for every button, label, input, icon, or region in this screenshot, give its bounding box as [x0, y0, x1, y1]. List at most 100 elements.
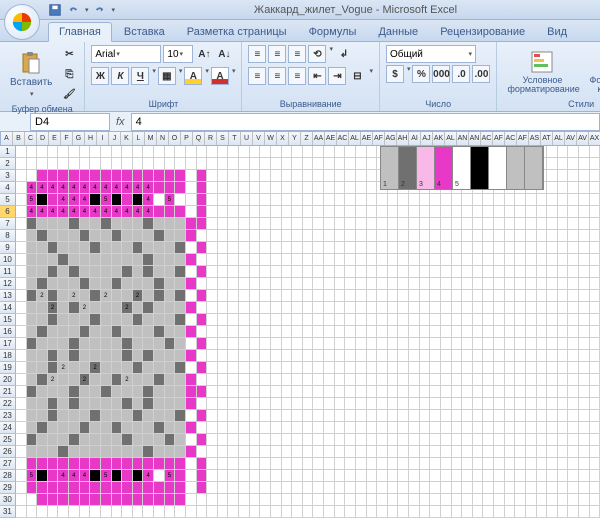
align-center-icon[interactable]: ≡: [268, 67, 286, 85]
row-header[interactable]: 1: [0, 146, 16, 158]
cell[interactable]: [80, 446, 91, 458]
cell[interactable]: [377, 434, 388, 446]
cell[interactable]: [197, 254, 208, 266]
cell[interactable]: [16, 290, 27, 302]
cell[interactable]: [250, 290, 261, 302]
cell[interactable]: [568, 458, 579, 470]
cell[interactable]: [515, 194, 526, 206]
cell[interactable]: 4: [112, 206, 123, 218]
cell[interactable]: [568, 386, 579, 398]
cell[interactable]: [303, 158, 314, 170]
cell[interactable]: [154, 242, 165, 254]
cell[interactable]: [356, 434, 367, 446]
cell[interactable]: [483, 374, 494, 386]
cell[interactable]: [292, 386, 303, 398]
cell[interactable]: [112, 290, 123, 302]
cell[interactable]: [197, 506, 208, 518]
cell[interactable]: [260, 470, 271, 482]
cell[interactable]: [462, 506, 473, 518]
cell[interactable]: [526, 314, 537, 326]
cell[interactable]: [48, 338, 59, 350]
cell[interactable]: [377, 410, 388, 422]
cell[interactable]: [154, 374, 165, 386]
cell[interactable]: [356, 158, 367, 170]
cell[interactable]: [313, 194, 324, 206]
cell[interactable]: [90, 326, 101, 338]
cell[interactable]: [324, 506, 335, 518]
cell[interactable]: [48, 242, 59, 254]
cell[interactable]: [37, 314, 48, 326]
cell[interactable]: [388, 386, 399, 398]
cell[interactable]: [90, 350, 101, 362]
cell[interactable]: [398, 362, 409, 374]
cell[interactable]: [324, 470, 335, 482]
cell[interactable]: [282, 194, 293, 206]
cell[interactable]: [228, 434, 239, 446]
cell[interactable]: [430, 290, 441, 302]
cell[interactable]: [175, 386, 186, 398]
cell[interactable]: [80, 386, 91, 398]
cell[interactable]: [37, 242, 48, 254]
cell[interactable]: [335, 266, 346, 278]
cell[interactable]: [568, 206, 579, 218]
cell[interactable]: [69, 494, 80, 506]
cell[interactable]: [250, 218, 261, 230]
cell[interactable]: [250, 482, 261, 494]
cell[interactable]: [80, 494, 91, 506]
cell[interactable]: [239, 326, 250, 338]
cell[interactable]: [568, 338, 579, 350]
cell[interactable]: [186, 446, 197, 458]
cell[interactable]: [197, 398, 208, 410]
column-header[interactable]: AH: [397, 132, 409, 145]
cell[interactable]: [207, 458, 218, 470]
cell[interactable]: [239, 374, 250, 386]
cell[interactable]: [377, 230, 388, 242]
cell[interactable]: [568, 242, 579, 254]
cell[interactable]: [505, 326, 516, 338]
merge-icon[interactable]: ⊟: [348, 67, 366, 85]
cell[interactable]: [441, 434, 452, 446]
cell[interactable]: [420, 374, 431, 386]
cell[interactable]: [175, 314, 186, 326]
cell[interactable]: [462, 482, 473, 494]
cell[interactable]: [175, 278, 186, 290]
cell[interactable]: [218, 278, 229, 290]
cell[interactable]: [165, 266, 176, 278]
cell[interactable]: [420, 434, 431, 446]
cell[interactable]: [90, 302, 101, 314]
cell[interactable]: [122, 242, 133, 254]
cell[interactable]: [377, 326, 388, 338]
cell[interactable]: [409, 482, 420, 494]
cell[interactable]: [228, 194, 239, 206]
cell[interactable]: 4: [69, 206, 80, 218]
cell[interactable]: [207, 278, 218, 290]
row-header[interactable]: 6: [0, 206, 16, 218]
cell[interactable]: [101, 506, 112, 518]
cell[interactable]: [303, 266, 314, 278]
cell[interactable]: [165, 254, 176, 266]
cell[interactable]: [69, 506, 80, 518]
cell[interactable]: [154, 206, 165, 218]
cell[interactable]: [547, 206, 558, 218]
cell[interactable]: [579, 242, 590, 254]
cell[interactable]: [537, 302, 548, 314]
redo-icon[interactable]: [93, 3, 107, 17]
row-header[interactable]: 25: [0, 434, 16, 446]
cell[interactable]: [228, 458, 239, 470]
cell[interactable]: [505, 386, 516, 398]
cell[interactable]: [579, 158, 590, 170]
cell[interactable]: [547, 170, 558, 182]
cell[interactable]: [356, 362, 367, 374]
cell[interactable]: [122, 362, 133, 374]
cell[interactable]: [80, 338, 91, 350]
cell[interactable]: [345, 242, 356, 254]
cell[interactable]: [579, 182, 590, 194]
cell[interactable]: [324, 374, 335, 386]
cell[interactable]: [80, 146, 91, 158]
cell[interactable]: [112, 242, 123, 254]
cell[interactable]: [154, 506, 165, 518]
column-header[interactable]: P: [181, 132, 193, 145]
cell[interactable]: [16, 470, 27, 482]
cell[interactable]: [409, 422, 420, 434]
cell[interactable]: [452, 266, 463, 278]
